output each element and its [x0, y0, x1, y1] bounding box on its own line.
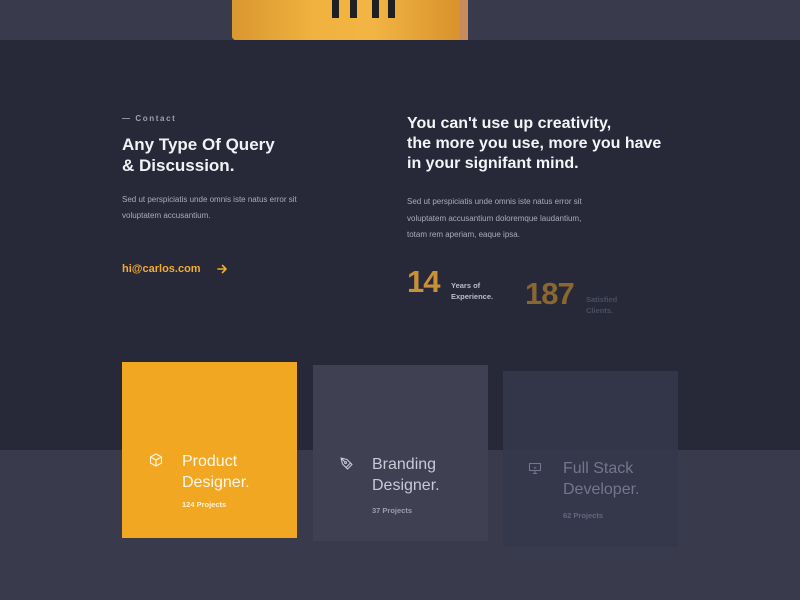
service-card-branding-designer[interactable]: Branding Designer. 37 Projects	[313, 365, 488, 541]
stat-years-label-line1: Years of	[451, 281, 481, 290]
service-title-line1: Branding	[372, 456, 437, 473]
stat-years-label: Years of Experience.	[451, 281, 493, 302]
service-title: Product Designer.	[182, 451, 297, 493]
stat-years-label-line2: Experience.	[451, 291, 494, 301]
arm	[460, 0, 468, 40]
project-count: 62 Projects	[563, 511, 604, 520]
contact-heading: Any Type Of Query & Discussion.	[122, 134, 322, 176]
about-description: Sed ut perspiciatis unde omnis iste natu…	[407, 197, 582, 239]
service-card-product-designer[interactable]: Product Designer. 124 Projects	[122, 362, 297, 538]
arrow-right-icon[interactable]	[216, 263, 228, 275]
cube-icon	[149, 453, 163, 467]
contact-heading-line1: Any Type Of Query	[122, 135, 275, 154]
email-link[interactable]: hi@carlos.com	[122, 263, 201, 275]
stat-years-number: 14	[407, 264, 440, 299]
quote-line3: in your signifant mind.	[407, 155, 579, 172]
quote-line1: You can't use up creativity,	[407, 115, 612, 132]
project-count: 124 Projects	[182, 500, 227, 509]
service-title-line1: Full Stack	[563, 460, 634, 477]
service-title: Full Stack Developer.	[563, 458, 678, 500]
service-title: Branding Designer.	[372, 454, 488, 496]
creativity-quote: You can't use up creativity, the more yo…	[407, 114, 697, 174]
stat-clients-label-line2: Clients.	[586, 305, 614, 315]
service-title-line2: Designer.	[372, 477, 440, 494]
stat-clients-label: Satisfied Clients.	[586, 295, 617, 316]
service-card-full-stack-developer[interactable]: Full Stack Developer. 62 Projects	[503, 371, 678, 547]
contact-description: Sed ut perspiciatis unde omnis iste natu…	[122, 195, 297, 220]
hero-photo	[232, 0, 468, 40]
stat-clients-number: 187	[525, 276, 575, 311]
service-title-line2: Developer.	[563, 481, 640, 498]
section-label: — Contact	[122, 114, 177, 123]
project-count: 37 Projects	[372, 506, 413, 515]
pen-tool-icon	[340, 457, 353, 470]
service-title-line1: Product	[182, 453, 238, 470]
stat-clients-label-line1: Satisfied	[586, 295, 618, 304]
quote-line2: the more you use, more you have	[407, 135, 662, 152]
monitor-icon	[528, 462, 542, 475]
contact-heading-line2: & Discussion.	[122, 156, 235, 175]
service-title-line2: Designer.	[182, 474, 250, 491]
shirt-print	[328, 0, 402, 40]
